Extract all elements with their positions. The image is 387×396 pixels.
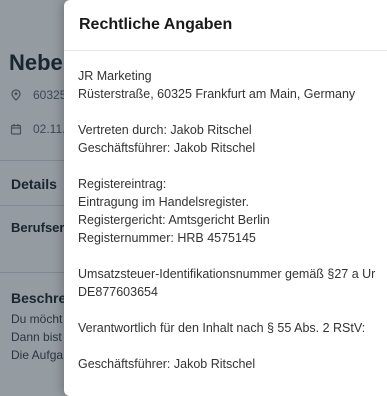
responsible-director-block: Geschäftsführer: Jakob Ritschel	[78, 355, 387, 373]
modal-header: Rechtliche Angaben	[64, 0, 387, 51]
represented-by: Vertreten durch: Jakob Ritschel	[78, 123, 252, 137]
register-number: Registernummer: HRB 4575145	[78, 231, 256, 245]
company-name: JR Marketing	[78, 69, 152, 83]
page: Neben 60325 02.11. Details Berufser Besc…	[0, 0, 387, 396]
vat-block: Umsatzsteuer-Identifikationsnummer gemäß…	[78, 265, 387, 301]
vat-label: Umsatzsteuer-Identifikationsnummer gemäß…	[78, 267, 376, 281]
modal-title: Rechtliche Angaben	[79, 16, 233, 33]
company-block: JR Marketing Rüsterstraße, 60325 Frankfu…	[78, 67, 387, 103]
responsible-block: Verantwortlich für den Inhalt nach § 55 …	[78, 319, 387, 337]
register-court: Registergericht: Amtsgericht Berlin	[78, 213, 270, 227]
register-block: Registereintrag: Eintragung im Handelsre…	[78, 175, 387, 247]
legal-notice-modal: Rechtliche Angaben JR Marketing Rüsterst…	[64, 0, 387, 396]
managing-director: Geschäftsführer: Jakob Ritschel	[78, 141, 256, 155]
company-address: Rüsterstraße, 60325 Frankfurt am Main, G…	[78, 87, 356, 101]
representation-block: Vertreten durch: Jakob Ritschel Geschäft…	[78, 121, 387, 157]
responsible-label: Verantwortlich für den Inhalt nach § 55 …	[78, 321, 366, 335]
modal-body: JR Marketing Rüsterstraße, 60325 Frankfu…	[78, 67, 387, 391]
register-heading: Registereintrag:	[78, 177, 167, 191]
responsible-director: Geschäftsführer: Jakob Ritschel	[78, 357, 256, 371]
register-entry: Eintragung im Handelsregister.	[78, 195, 249, 209]
vat-number: DE877603654	[78, 285, 158, 299]
